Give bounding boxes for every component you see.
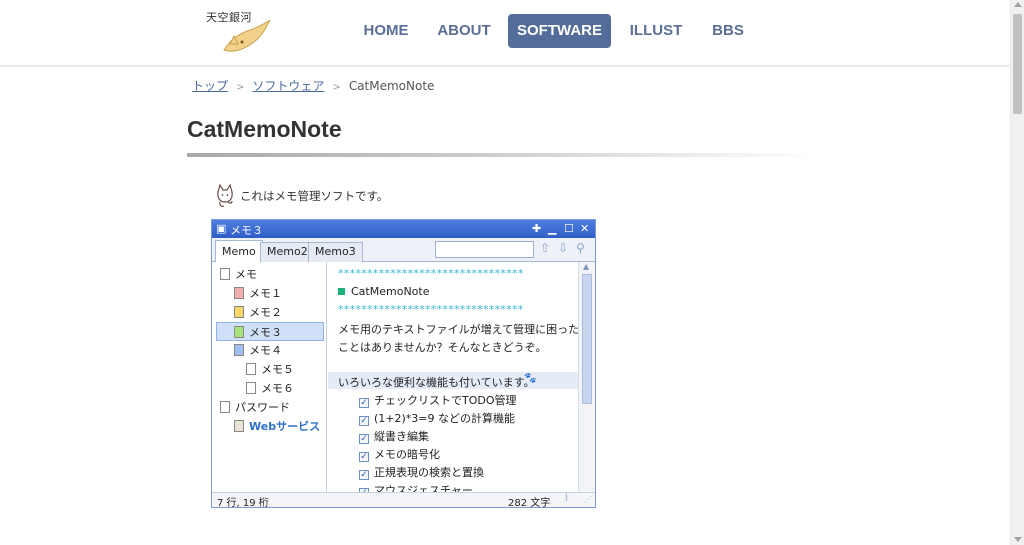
intro-text: これはメモ管理ソフトです。 bbox=[240, 189, 389, 203]
app-screenshot: ▣ メモ３ ✚ ▁ ☐ ✕ Memo Memo2 Memo3 ⇧ ⇩ ⚲ メモ … bbox=[211, 219, 596, 509]
maximize-icon: ☐ bbox=[564, 222, 574, 235]
breadcrumb-separator-icon: > bbox=[236, 82, 245, 93]
app-scroll-thumb bbox=[582, 274, 592, 404]
breadcrumb-software[interactable]: ソフトウェア bbox=[252, 79, 324, 93]
feature-item: ✓ (1+2)*3=9 などの計算機能 bbox=[359, 412, 516, 426]
nav-bbs[interactable]: BBS bbox=[710, 14, 746, 48]
title-underline bbox=[187, 153, 817, 157]
status-char-count: 282 文字 bbox=[508, 498, 551, 509]
pin-icon: ✚ bbox=[532, 222, 542, 235]
editor-heading: CatMemoNote bbox=[338, 285, 429, 298]
app-tab-memo2: Memo2 bbox=[260, 242, 315, 262]
nav-about[interactable]: ABOUT bbox=[437, 14, 491, 48]
feature-item: ✓ 正規表現の検索と置換 bbox=[359, 466, 484, 480]
app-editor-scrollbar: ▲ bbox=[578, 262, 595, 492]
checkbox-checked-icon: ✓ bbox=[359, 452, 369, 462]
scroll-up-arrow-icon[interactable] bbox=[1014, 2, 1022, 7]
nav-illust[interactable]: ILLUST bbox=[628, 14, 684, 48]
app-editor: ******************************** CatMemo… bbox=[328, 262, 578, 492]
arrow-up-icon: ⇧ bbox=[540, 241, 551, 255]
site-header: 天空銀河 HOME ABOUT SOFTWARE ILLUST BBS bbox=[0, 0, 1010, 66]
tree-item: メモ４ bbox=[234, 341, 282, 360]
file-icon bbox=[234, 344, 244, 356]
minimize-icon: ▁ bbox=[548, 222, 557, 235]
feature-item: ✓マウスジェスチャー bbox=[359, 482, 473, 492]
app-tree: メモ メモ１ メモ２ メモ３ メモ４ メモ５ メモ６ パスワード Webサービス bbox=[212, 262, 327, 492]
file-icon bbox=[246, 363, 256, 375]
scroll-thumb[interactable] bbox=[1013, 14, 1022, 114]
checkbox-checked-icon: ✓ bbox=[359, 470, 369, 480]
file-icon bbox=[220, 268, 230, 280]
tree-item: メモ５ bbox=[246, 360, 294, 379]
breadcrumb-top[interactable]: トップ bbox=[192, 79, 228, 93]
app-statusbar: 7 行, 19 桁 282 文字 ⌇ ⋰ bbox=[212, 492, 595, 509]
tree-item-link: Webサービス bbox=[234, 417, 320, 436]
status-position: 7 行, 19 桁 bbox=[217, 498, 269, 509]
file-icon bbox=[234, 306, 244, 318]
editor-text: メモ用のテキストファイルが増えて管理に困った bbox=[338, 323, 578, 336]
tree-item: メモ bbox=[220, 265, 257, 284]
site-logo[interactable]: 天空銀河 bbox=[200, 6, 272, 56]
clip-icon: ⌇ bbox=[564, 493, 569, 504]
app-icon: ▣ bbox=[216, 222, 227, 235]
app-tab-memo: Memo bbox=[215, 240, 263, 263]
checkbox-checked-icon: ✓ bbox=[359, 434, 369, 444]
app-window-title: メモ３ bbox=[230, 224, 263, 237]
nav-software[interactable]: SOFTWARE bbox=[508, 14, 611, 48]
resize-grip-icon: ⋰ bbox=[584, 495, 592, 504]
checkbox-checked-icon: ✓ bbox=[359, 398, 369, 408]
green-square-icon bbox=[338, 288, 345, 295]
editor-text: ことはありませんか？そんなときどうぞ。 bbox=[338, 341, 547, 354]
cat-mascot-icon bbox=[217, 183, 233, 207]
page-scrollbar[interactable] bbox=[1010, 0, 1024, 545]
nav-home[interactable]: HOME bbox=[362, 14, 410, 48]
file-icon bbox=[220, 401, 230, 413]
close-icon: ✕ bbox=[580, 222, 590, 235]
editor-features-head: いろいろな便利な機能も付いています。 🐾 bbox=[328, 372, 578, 389]
web-page-icon bbox=[234, 420, 244, 432]
app-tab-memo3: Memo3 bbox=[308, 242, 363, 262]
app-titlebar: ▣ メモ３ ✚ ▁ ☐ ✕ bbox=[212, 220, 595, 238]
tree-item-selected: メモ３ bbox=[216, 322, 324, 341]
scroll-down-arrow-icon[interactable] bbox=[1014, 537, 1022, 542]
tree-item: メモ２ bbox=[234, 303, 282, 322]
search-icon: ⚲ bbox=[576, 241, 585, 255]
checkbox-checked-icon: ✓ bbox=[359, 416, 369, 426]
app-search-box bbox=[435, 241, 534, 258]
paw-icon: 🐾 bbox=[524, 373, 537, 384]
file-icon bbox=[246, 382, 256, 394]
arrow-down-icon: ⇩ bbox=[558, 241, 569, 255]
page-title: CatMemoNote bbox=[187, 116, 342, 142]
editor-dots: ******************************** bbox=[338, 267, 524, 280]
file-icon bbox=[234, 326, 244, 338]
breadcrumb: トップ > ソフトウェア > CatMemoNote bbox=[192, 77, 434, 94]
tree-item: メモ１ bbox=[234, 284, 282, 303]
breadcrumb-current: CatMemoNote bbox=[348, 79, 435, 93]
feature-item: ✓ チェックリストでTODO管理 bbox=[359, 394, 517, 408]
feature-item: ✓ 縦書き編集 bbox=[359, 430, 429, 444]
feature-item: ✓ メモの暗号化 bbox=[359, 448, 440, 462]
cat-logo-icon bbox=[223, 20, 271, 52]
tree-item: パスワード bbox=[220, 398, 290, 417]
tree-item: メモ６ bbox=[246, 379, 294, 398]
breadcrumb-separator-icon: > bbox=[332, 82, 341, 93]
editor-dots: ******************************** bbox=[338, 303, 524, 316]
scroll-up-icon: ▲ bbox=[583, 262, 590, 271]
app-tabbar: Memo Memo2 Memo3 ⇧ ⇩ ⚲ bbox=[212, 238, 595, 263]
file-icon bbox=[234, 287, 244, 299]
